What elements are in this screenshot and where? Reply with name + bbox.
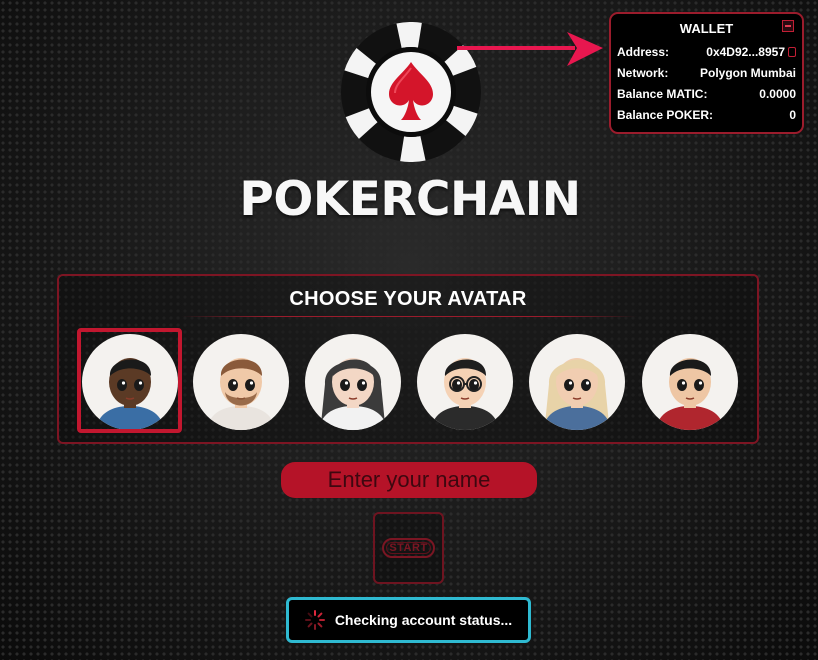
name-input[interactable] [281, 462, 537, 498]
status-text: Checking account status... [334, 612, 513, 628]
wallet-panel: WALLET Address: 0x4D92...8957 Network: P… [609, 12, 804, 134]
account-status-toast: Checking account status... [286, 597, 531, 643]
wallet-address-value: 0x4D92...8957 [706, 45, 785, 59]
wallet-label: Balance POKER: [617, 108, 714, 122]
avatar-section-title: CHOOSE YOUR AVATAR [289, 288, 527, 310]
wallet-network-value: Polygon Mumbai [700, 66, 796, 80]
wallet-label: Network: [617, 66, 669, 80]
wallet-label: Balance MATIC: [617, 87, 708, 101]
avatar-option-2[interactable] [193, 334, 289, 430]
loading-spinner-icon [304, 610, 325, 630]
wallet-title: WALLET [679, 21, 734, 36]
start-button-container: START [373, 512, 444, 584]
wallet-row-balance-poker: Balance POKER: 0 [617, 107, 796, 123]
avatar-option-6[interactable] [642, 334, 738, 430]
wallet-row-network: Network: Polygon Mumbai [617, 65, 796, 81]
start-button[interactable]: START [382, 538, 435, 558]
wallet-balance-poker-value: 0 [789, 108, 796, 122]
wallet-label: Address: [617, 45, 670, 59]
start-button-label: START [389, 542, 428, 554]
copy-icon[interactable] [788, 47, 796, 57]
avatar-option-5[interactable] [529, 334, 625, 430]
avatar-option-3[interactable] [305, 334, 401, 430]
title-divider [181, 316, 637, 317]
wallet-balance-matic-value: 0.0000 [759, 87, 796, 101]
brand-title: POKERCHAIN [239, 172, 581, 227]
wallet-row-address: Address: 0x4D92...8957 [617, 44, 796, 60]
selected-avatar-frame [77, 328, 182, 433]
avatar-selection-panel: CHOOSE YOUR AVATAR [57, 274, 759, 444]
minimize-icon[interactable] [782, 20, 794, 32]
avatar-option-4[interactable] [417, 334, 513, 430]
pointer-arrow-icon [457, 32, 603, 66]
wallet-row-balance-matic: Balance MATIC: 0.0000 [617, 86, 796, 102]
